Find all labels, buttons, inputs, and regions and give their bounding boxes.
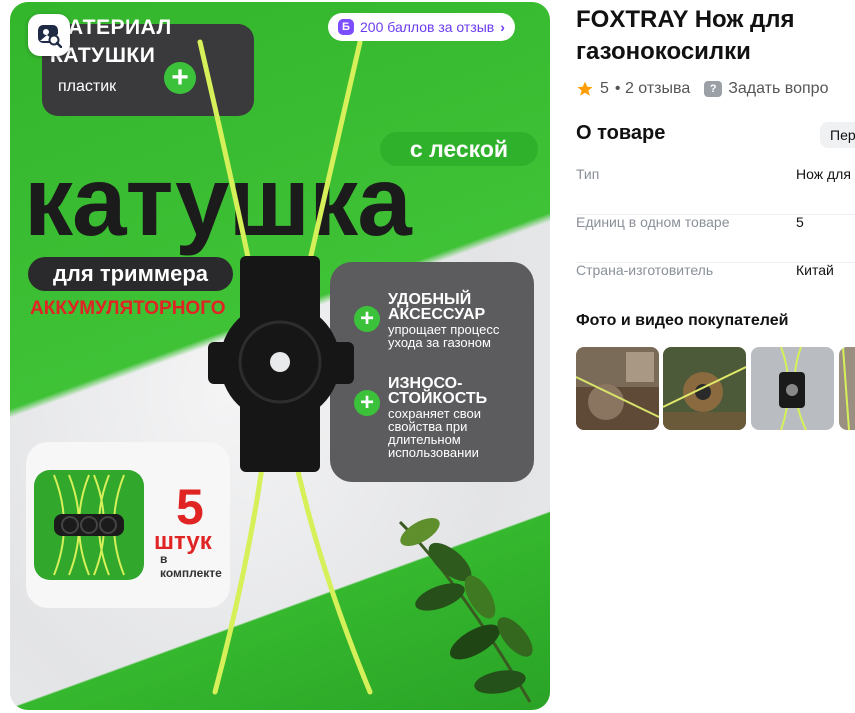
plus-icon: + — [164, 61, 196, 94]
feature2-heading-2: СТОЙКОСТЬ — [388, 390, 488, 407]
plant-decoration — [398, 518, 533, 703]
ask-question-link[interactable]: Задать вопро — [728, 80, 828, 98]
kit-caption: в комплекте — [160, 552, 222, 580]
spool-icon — [208, 256, 354, 472]
spec-label: Тип — [576, 166, 600, 182]
customer-photo-3[interactable] — [751, 347, 834, 430]
spec-value: 5 — [796, 214, 804, 230]
features-box: + УДОБНЫЙ АКСЕССУАР упрощает процесс ухо… — [330, 262, 534, 482]
question-icon: ? — [704, 81, 723, 97]
product-image[interactable]: МАТЕРИАЛ КАТУШКИ пластик + с леской кату… — [10, 2, 550, 710]
about-product-title: О товаре — [576, 122, 666, 144]
for-trimmer-pill: для триммера — [28, 257, 233, 291]
chevron-right-icon: › — [500, 19, 505, 35]
feature1-heading: УДОБНЫЙ — [388, 291, 472, 308]
image-search-button[interactable] — [28, 14, 70, 56]
spec-label: Единиц в одном товаре — [576, 214, 730, 230]
customer-photos-title: Фото и видео покупателей — [576, 312, 789, 329]
bonus-label: 200 баллов за отзыв — [360, 19, 495, 35]
plus-icon: + — [354, 389, 380, 416]
spec-row: Тип Нож для — [576, 166, 855, 215]
reviews-link[interactable]: • 2 отзыва — [615, 80, 690, 98]
material-value: пластик — [58, 78, 117, 95]
kit-thumbnail — [34, 470, 144, 580]
spec-row: Единиц в одном товаре 5 — [576, 214, 855, 263]
feature2-heading: ИЗНОСО- — [388, 375, 463, 392]
with-line-pill: с леской — [380, 132, 538, 166]
about-product-button[interactable]: Пер — [820, 122, 855, 148]
kit-count: 5 — [176, 479, 204, 535]
kit-box: 5 штук в комплекте — [26, 442, 230, 608]
feature2-text-4: использовании — [388, 445, 479, 460]
product-title-line1: FOXTRAY Нож для — [576, 6, 795, 33]
bonus-points-icon: Б — [338, 19, 354, 35]
spec-row: Страна-изготовитель Китай — [576, 262, 855, 310]
feature1-heading-2: АКСЕССУАР — [388, 306, 486, 323]
banner-title: катушка — [24, 146, 412, 256]
customer-photo-1[interactable] — [576, 347, 659, 430]
spec-value: Нож для — [796, 166, 851, 182]
image-search-icon — [38, 25, 62, 48]
spec-label: Страна-изготовитель — [576, 262, 714, 278]
product-title-line2: газонокосилки — [576, 38, 751, 65]
plus-icon: + — [354, 305, 380, 332]
star-icon — [577, 81, 593, 96]
accumulator-label: АККУМУЛЯТОРНОГО — [30, 298, 226, 319]
customer-photo-2[interactable] — [663, 347, 746, 430]
rating-value: 5 — [600, 80, 609, 97]
spec-value: Китай — [796, 262, 834, 278]
feature1-text-2: ухода за газоном — [388, 335, 491, 350]
customer-photo-4[interactable] — [839, 347, 855, 430]
product-title: FOXTRAY Нож для газонокосилки — [576, 4, 795, 68]
rating-row: 5 • 2 отзыва ? Задать вопро — [576, 80, 828, 98]
review-bonus-badge[interactable]: Б 200 баллов за отзыв › — [328, 13, 515, 41]
